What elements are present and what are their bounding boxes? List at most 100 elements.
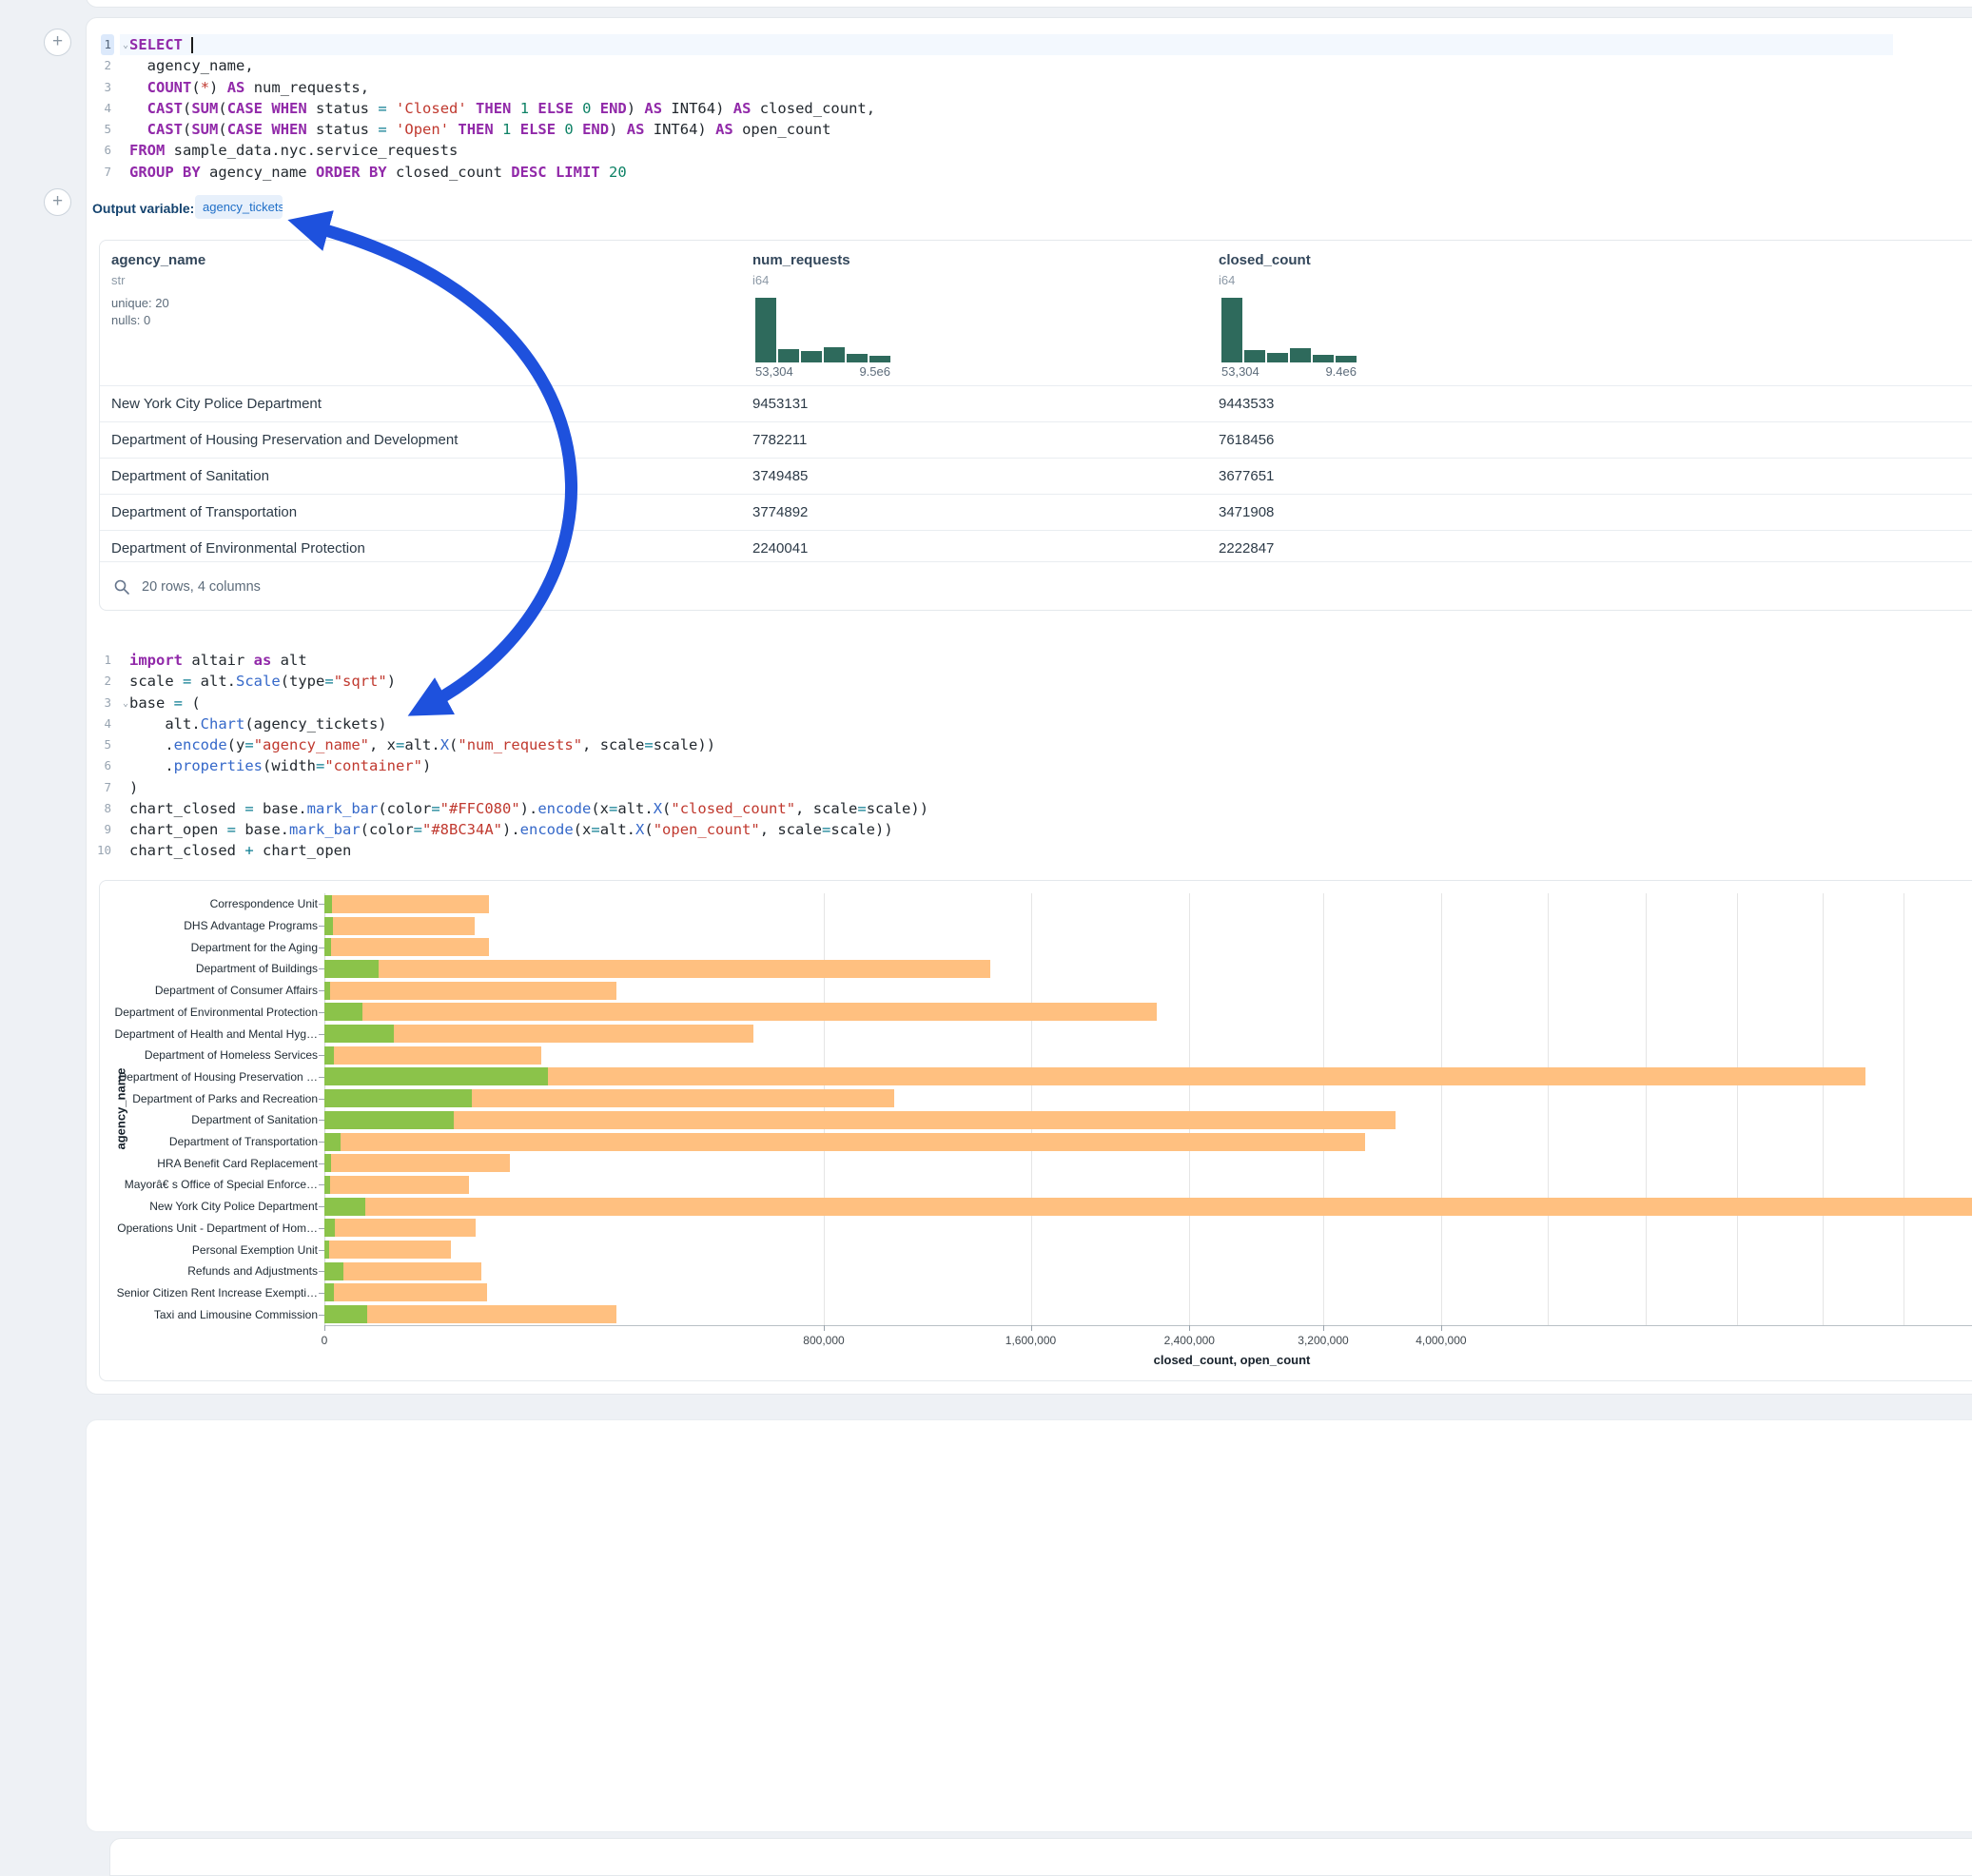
code-line[interactable]: 1import altair as alt — [86, 650, 1893, 671]
code-text[interactable]: COUNT(*) AS num_requests, — [120, 77, 1893, 98]
code-token: ( — [218, 100, 226, 117]
bar-closed-count — [324, 1176, 469, 1194]
code-line[interactable]: 1⌄SELECT — [86, 34, 1893, 55]
histogram-bar — [1290, 348, 1311, 362]
code-token: , x — [369, 736, 396, 753]
code-line[interactable]: 3 COUNT(*) AS num_requests, — [86, 77, 1893, 98]
table-row[interactable]: Department of Sanitation37494853677651 — [100, 458, 1972, 494]
add-cell-button[interactable]: + — [44, 188, 71, 216]
code-token: alt — [271, 652, 306, 669]
code-text[interactable]: import altair as alt — [120, 650, 1893, 671]
code-token — [449, 121, 458, 138]
bar-closed-count — [324, 982, 616, 1000]
code-token: import — [129, 652, 183, 669]
output-variable-chip[interactable]: agency_tickets — [195, 195, 283, 219]
code-token: = — [822, 821, 830, 838]
line-gutter: 4 — [86, 713, 120, 734]
code-line[interactable]: 7GROUP BY agency_name ORDER BY closed_co… — [86, 162, 1893, 183]
code-line[interactable]: 5 CAST(SUM(CASE WHEN status = 'Open' THE… — [86, 119, 1893, 140]
code-text[interactable]: ) — [120, 777, 1893, 798]
code-line[interactable]: 6FROM sample_data.nyc.service_requests — [86, 140, 1893, 161]
code-line[interactable]: 7) — [86, 777, 1893, 798]
bar-open-count — [324, 1305, 367, 1323]
code-token: LIMIT — [556, 164, 600, 181]
code-token: THEN — [476, 100, 511, 117]
search-icon[interactable] — [113, 578, 130, 596]
code-token: = — [324, 673, 333, 690]
code-text[interactable]: CAST(SUM(CASE WHEN status = 'Closed' THE… — [120, 98, 1893, 119]
rows-count-label: 20 rows, 4 columns — [142, 562, 261, 611]
bar-closed-count — [324, 1067, 1865, 1085]
line-gutter: 1⌄ — [86, 34, 120, 55]
code-line[interactable]: 3 ⌄base = ( — [86, 693, 1893, 713]
code-line[interactable]: 8chart_closed = base.mark_bar(color="#FF… — [86, 798, 1893, 819]
code-line[interactable]: 10chart_closed + chart_open — [86, 840, 1893, 861]
code-token: alt. — [404, 736, 439, 753]
sql-code-editor[interactable]: 1⌄SELECT 2 agency_name,3 COUNT(*) AS num… — [86, 34, 1893, 183]
bar-open-count — [324, 1025, 394, 1043]
code-token: closed_count, — [751, 100, 875, 117]
column-header-agency_name[interactable]: agency_name — [111, 252, 205, 268]
x-axis-title: closed_count, open_count — [1042, 1353, 1422, 1367]
code-text[interactable]: SELECT — [120, 34, 1893, 55]
code-text[interactable]: chart_closed + chart_open — [120, 840, 1893, 861]
code-token: (y — [227, 736, 245, 753]
line-gutter: 3 — [86, 77, 120, 98]
code-text[interactable]: FROM sample_data.nyc.service_requests — [120, 140, 1893, 161]
category-label: New York City Police Department — [100, 1199, 318, 1214]
code-text[interactable]: chart_closed = base.mark_bar(color="#FFC… — [120, 798, 1893, 819]
python-code-editor[interactable]: 1import altair as alt2scale = alt.Scale(… — [86, 650, 1893, 862]
code-token: alt. — [617, 800, 653, 817]
code-text[interactable]: scale = alt.Scale(type="sqrt") — [120, 671, 1893, 692]
table-row[interactable]: New York City Police Department945313194… — [100, 385, 1972, 421]
code-token: = — [244, 800, 253, 817]
code-line[interactable]: 6 .properties(width="container") — [86, 755, 1893, 776]
table-cell: 3749485 — [752, 459, 808, 494]
code-token: ) — [609, 121, 627, 138]
column-header-closed_count[interactable]: closed_count — [1219, 252, 1311, 268]
code-line[interactable]: 5 .encode(y="agency_name", x=alt.X("num_… — [86, 734, 1893, 755]
x-axis-tick-label: 3,200,000 — [1266, 1334, 1380, 1347]
fold-caret-icon[interactable]: ⌄ — [123, 694, 128, 714]
fold-caret-icon[interactable]: ⌄ — [123, 35, 128, 56]
grid-line — [1323, 893, 1324, 1325]
code-line[interactable]: 9chart_open = base.mark_bar(color="#8BC3… — [86, 819, 1893, 840]
table-cell: 7782211 — [752, 422, 807, 458]
code-text[interactable]: agency_name, — [120, 55, 1893, 76]
line-gutter: 2 — [86, 671, 120, 692]
column-header-num_requests[interactable]: num_requests — [752, 252, 850, 268]
code-token: ) — [209, 79, 227, 96]
code-token: ELSE — [537, 100, 573, 117]
code-token: scale)) — [654, 736, 715, 753]
code-line[interactable]: 4 CAST(SUM(CASE WHEN status = 'Closed' T… — [86, 98, 1893, 119]
add-cell-button[interactable]: + — [44, 29, 71, 56]
table-row[interactable]: Department of Transportation377489234719… — [100, 494, 1972, 530]
code-token: WHEN — [271, 121, 306, 138]
histogram-bar — [1313, 355, 1334, 362]
code-token: GROUP BY — [129, 164, 201, 181]
column-type: i64 — [752, 273, 769, 287]
code-line[interactable]: 4 alt.Chart(agency_tickets) — [86, 713, 1893, 734]
line-number: 3 — [101, 693, 114, 713]
code-line[interactable]: 2 agency_name, — [86, 55, 1893, 76]
code-line[interactable]: 2scale = alt.Scale(type="sqrt") — [86, 671, 1893, 692]
code-token: properties — [174, 757, 263, 774]
code-token: DESC — [511, 164, 546, 181]
code-token: mark_bar — [289, 821, 361, 838]
code-text[interactable]: chart_open = base.mark_bar(color="#8BC34… — [120, 819, 1893, 840]
code-text[interactable]: GROUP BY agency_name ORDER BY closed_cou… — [120, 162, 1893, 183]
code-token: = — [378, 121, 386, 138]
table-row[interactable]: Department of Housing Preservation and D… — [100, 421, 1972, 458]
line-gutter: 2 — [86, 55, 120, 76]
code-token: ). — [520, 800, 538, 817]
bar-open-count — [324, 1283, 334, 1301]
code-token: altair — [183, 652, 254, 669]
table-body: New York City Police Department945313194… — [100, 385, 1972, 566]
code-text[interactable]: CAST(SUM(CASE WHEN status = 'Open' THEN … — [120, 119, 1893, 140]
code-text[interactable]: base = ( — [120, 693, 1893, 713]
bar-closed-count — [324, 1305, 616, 1323]
code-text[interactable]: .properties(width="container") — [120, 755, 1893, 776]
code-token: = — [378, 100, 386, 117]
code-text[interactable]: .encode(y="agency_name", x=alt.X("num_re… — [120, 734, 1893, 755]
code-text[interactable]: alt.Chart(agency_tickets) — [120, 713, 1893, 734]
